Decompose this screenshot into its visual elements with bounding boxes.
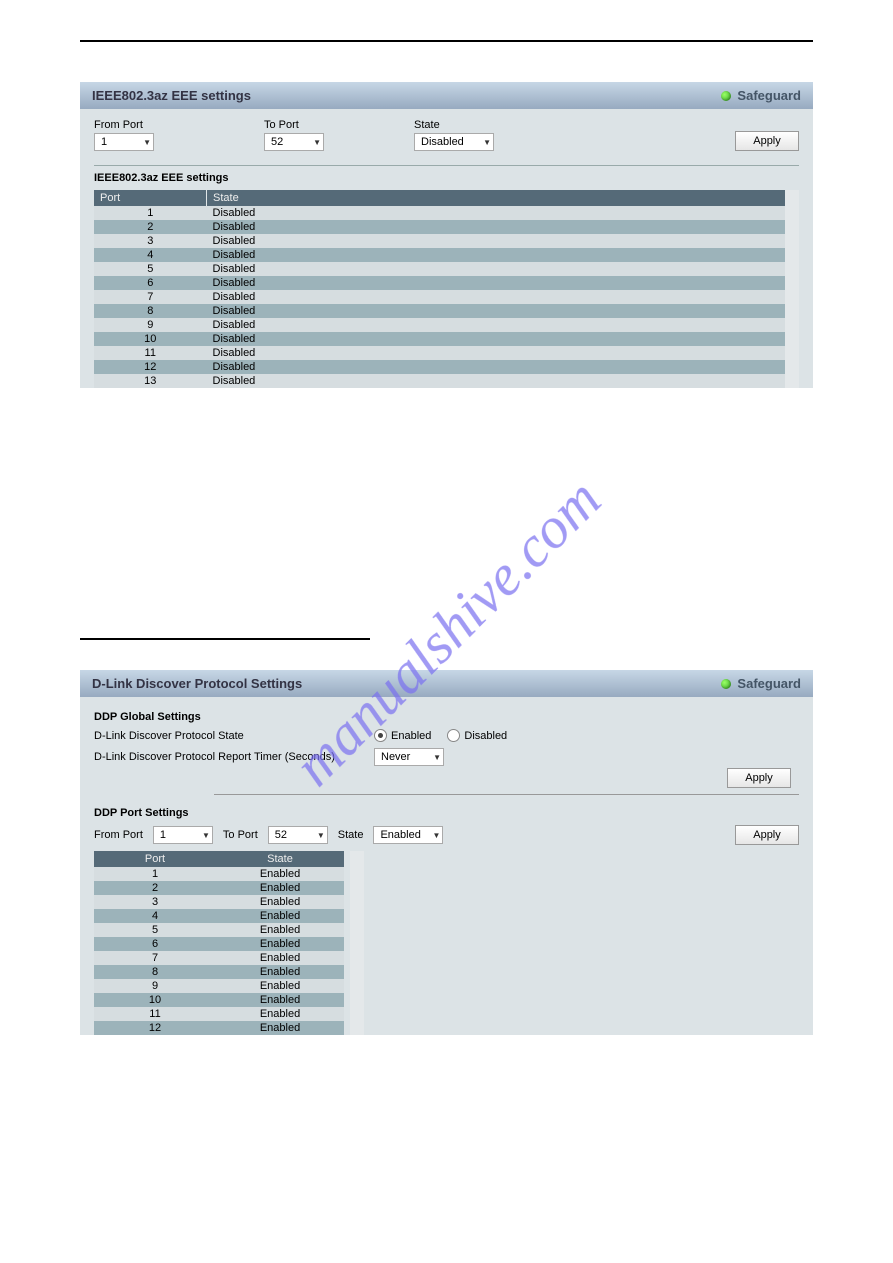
mid-rule [80, 638, 370, 640]
safeguard-badge: Safeguard [721, 88, 801, 103]
table-row: 10Disabled [94, 332, 785, 346]
scrollbar[interactable] [350, 851, 364, 1035]
eee-panel-header: IEEE802.3az EEE settings Safeguard [80, 82, 813, 109]
table-row: 10Enabled [94, 993, 344, 1007]
table-row: 8Disabled [94, 304, 785, 318]
to-port-label: To Port [264, 119, 324, 131]
col-state: State [207, 190, 786, 206]
chevron-down-icon: ▼ [317, 831, 325, 840]
ddp-to-port-label: To Port [223, 829, 258, 841]
ddp-from-port-select[interactable]: 1 ▼ [153, 826, 213, 844]
table-row: 12Enabled [94, 1021, 344, 1035]
safeguard-badge: Safeguard [721, 676, 801, 691]
table-row: 3Enabled [94, 895, 344, 909]
table-row: 2Enabled [94, 881, 344, 895]
ddp-state-ctl-select[interactable]: Enabled ▼ [373, 826, 443, 844]
ddp-panel-title: D-Link Discover Protocol Settings [92, 676, 302, 691]
from-port-label: From Port [94, 119, 154, 131]
table-row: 13Disabled [94, 374, 785, 388]
from-port-select[interactable]: 1 ▼ [94, 133, 154, 151]
col-state: State [216, 851, 344, 867]
ddp-divider [214, 794, 799, 795]
table-row: 4Enabled [94, 909, 344, 923]
table-row: 4Disabled [94, 248, 785, 262]
table-row: 3Disabled [94, 234, 785, 248]
table-row: 6Enabled [94, 937, 344, 951]
chevron-down-icon: ▼ [433, 753, 441, 762]
chevron-down-icon: ▼ [313, 138, 321, 147]
table-row: 11Disabled [94, 346, 785, 360]
eee-divider [94, 165, 799, 166]
table-row: 12Disabled [94, 360, 785, 374]
table-row: 11Enabled [94, 1007, 344, 1021]
col-port: Port [94, 190, 207, 206]
table-row: 1Enabled [94, 867, 344, 881]
page-top-rule [80, 40, 813, 42]
chevron-down-icon: ▼ [202, 831, 210, 840]
ddp-state-disabled-radio[interactable]: Disabled [447, 729, 507, 742]
table-row: 7Enabled [94, 951, 344, 965]
ddp-from-port-label: From Port [94, 829, 143, 841]
chevron-down-icon: ▼ [483, 138, 491, 147]
to-port-select[interactable]: 52 ▼ [264, 133, 324, 151]
ddp-port-table: Port State 1Enabled2Enabled3Enabled4Enab… [94, 851, 344, 1035]
table-row: 7Disabled [94, 290, 785, 304]
table-row: 9Disabled [94, 318, 785, 332]
safeguard-icon [721, 91, 731, 101]
safeguard-label: Safeguard [737, 676, 801, 691]
safeguard-icon [721, 679, 731, 689]
table-row: 5Disabled [94, 262, 785, 276]
safeguard-label: Safeguard [737, 88, 801, 103]
eee-settings-panel: IEEE802.3az EEE settings Safeguard From … [80, 82, 813, 388]
eee-table-title: IEEE802.3az EEE settings [94, 172, 799, 184]
apply-button[interactable]: Apply [735, 131, 799, 151]
ddp-state-ctl-label: State [338, 829, 364, 841]
eee-port-table: Port State 1Disabled2Disabled3Disabled4D… [94, 190, 785, 388]
table-row: 5Enabled [94, 923, 344, 937]
ddp-to-port-select[interactable]: 52 ▼ [268, 826, 328, 844]
col-port: Port [94, 851, 216, 867]
ddp-settings-panel: D-Link Discover Protocol Settings Safegu… [80, 670, 813, 1035]
chevron-down-icon: ▼ [433, 831, 441, 840]
eee-panel-title: IEEE802.3az EEE settings [92, 88, 251, 103]
table-row: 9Enabled [94, 979, 344, 993]
apply-button[interactable]: Apply [735, 825, 799, 845]
ddp-port-heading: DDP Port Settings [94, 807, 799, 819]
table-row: 6Disabled [94, 276, 785, 290]
apply-button[interactable]: Apply [727, 768, 791, 788]
ddp-timer-select[interactable]: Never ▼ [374, 748, 444, 766]
scrollbar[interactable] [785, 190, 799, 388]
table-row: 8Enabled [94, 965, 344, 979]
state-label: State [414, 119, 494, 131]
state-select[interactable]: Disabled ▼ [414, 133, 494, 151]
table-row: 1Disabled [94, 206, 785, 220]
eee-controls-row: From Port 1 ▼ To Port 52 ▼ State [94, 119, 799, 151]
chevron-down-icon: ▼ [143, 138, 151, 147]
table-row: 2Disabled [94, 220, 785, 234]
ddp-global-heading: DDP Global Settings [94, 711, 799, 723]
